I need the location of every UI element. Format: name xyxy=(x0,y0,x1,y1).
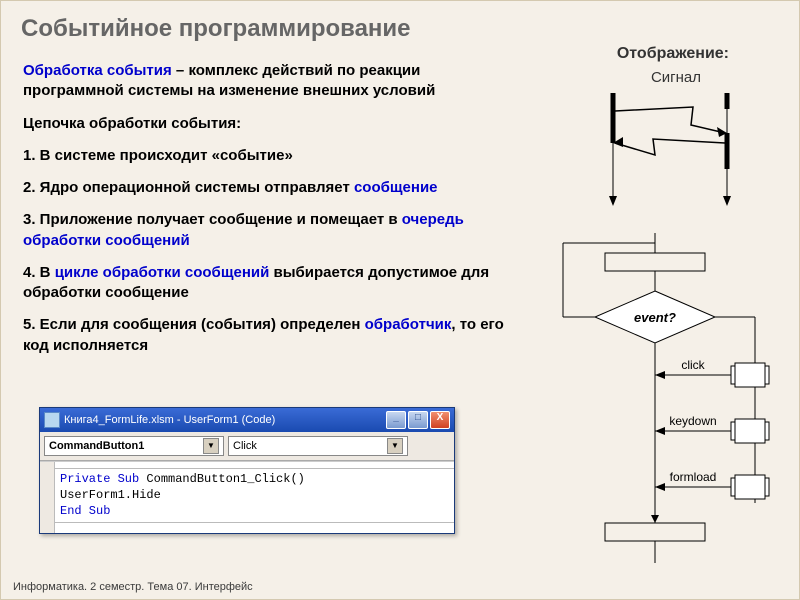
step-2: 2. Ядро операционной системы отправляет … xyxy=(23,178,523,198)
code-gutter xyxy=(40,462,55,533)
footer-text: Информатика. 2 семестр. Тема 07. Интерфе… xyxy=(13,581,253,593)
procedure-dropdown-value: Click xyxy=(233,440,257,452)
vba-code-window: Книга4_FormLife.xlsm - UserForm1 (Code) … xyxy=(39,407,455,534)
signal-diagram xyxy=(593,93,747,208)
chevron-down-icon: ▼ xyxy=(387,438,403,454)
window-icon xyxy=(44,412,60,428)
code-editor[interactable]: Private Sub CommandButton1_Click() UserF… xyxy=(40,461,454,533)
flowchart: event? click keydown formload xyxy=(545,233,775,573)
display-label: Отображение: xyxy=(617,45,729,63)
event-formload-label: formload xyxy=(670,470,717,484)
procedure-dropdown[interactable]: Click ▼ xyxy=(228,436,408,456)
body-text: Обработка события – комплекс действий по… xyxy=(23,61,523,368)
step-4: 4. В цикле обработки сообщений выбираетс… xyxy=(23,263,523,304)
window-titlebar: Книга4_FormLife.xlsm - UserForm1 (Code) … xyxy=(40,408,454,432)
maximize-button[interactable]: □ xyxy=(408,411,428,429)
event-keydown-label: keydown xyxy=(669,414,716,428)
object-dropdown-value: CommandButton1 xyxy=(49,440,144,452)
chain-header: Цепочка обработки события: xyxy=(23,114,523,134)
page-title: Событийное программирование xyxy=(1,1,799,43)
minimize-button[interactable]: _ xyxy=(386,411,406,429)
step-1: 1. В системе происходит «событие» xyxy=(23,146,523,166)
close-button[interactable]: X xyxy=(430,411,450,429)
event-click-label: click xyxy=(681,358,705,372)
step-5: 5. Если для сообщения (события) определе… xyxy=(23,315,523,356)
object-dropdown[interactable]: CommandButton1 ▼ xyxy=(44,436,224,456)
decision-label: event? xyxy=(634,310,676,325)
code-toolbar: CommandButton1 ▼ Click ▼ xyxy=(40,432,454,461)
signal-label: Сигнал xyxy=(651,69,701,86)
step-3: 3. Приложение получает сообщение и помещ… xyxy=(23,210,523,251)
window-title: Книга4_FormLife.xlsm - UserForm1 (Code) xyxy=(64,414,386,426)
chevron-down-icon: ▼ xyxy=(203,438,219,454)
definition-term: Обработка события xyxy=(23,62,172,79)
